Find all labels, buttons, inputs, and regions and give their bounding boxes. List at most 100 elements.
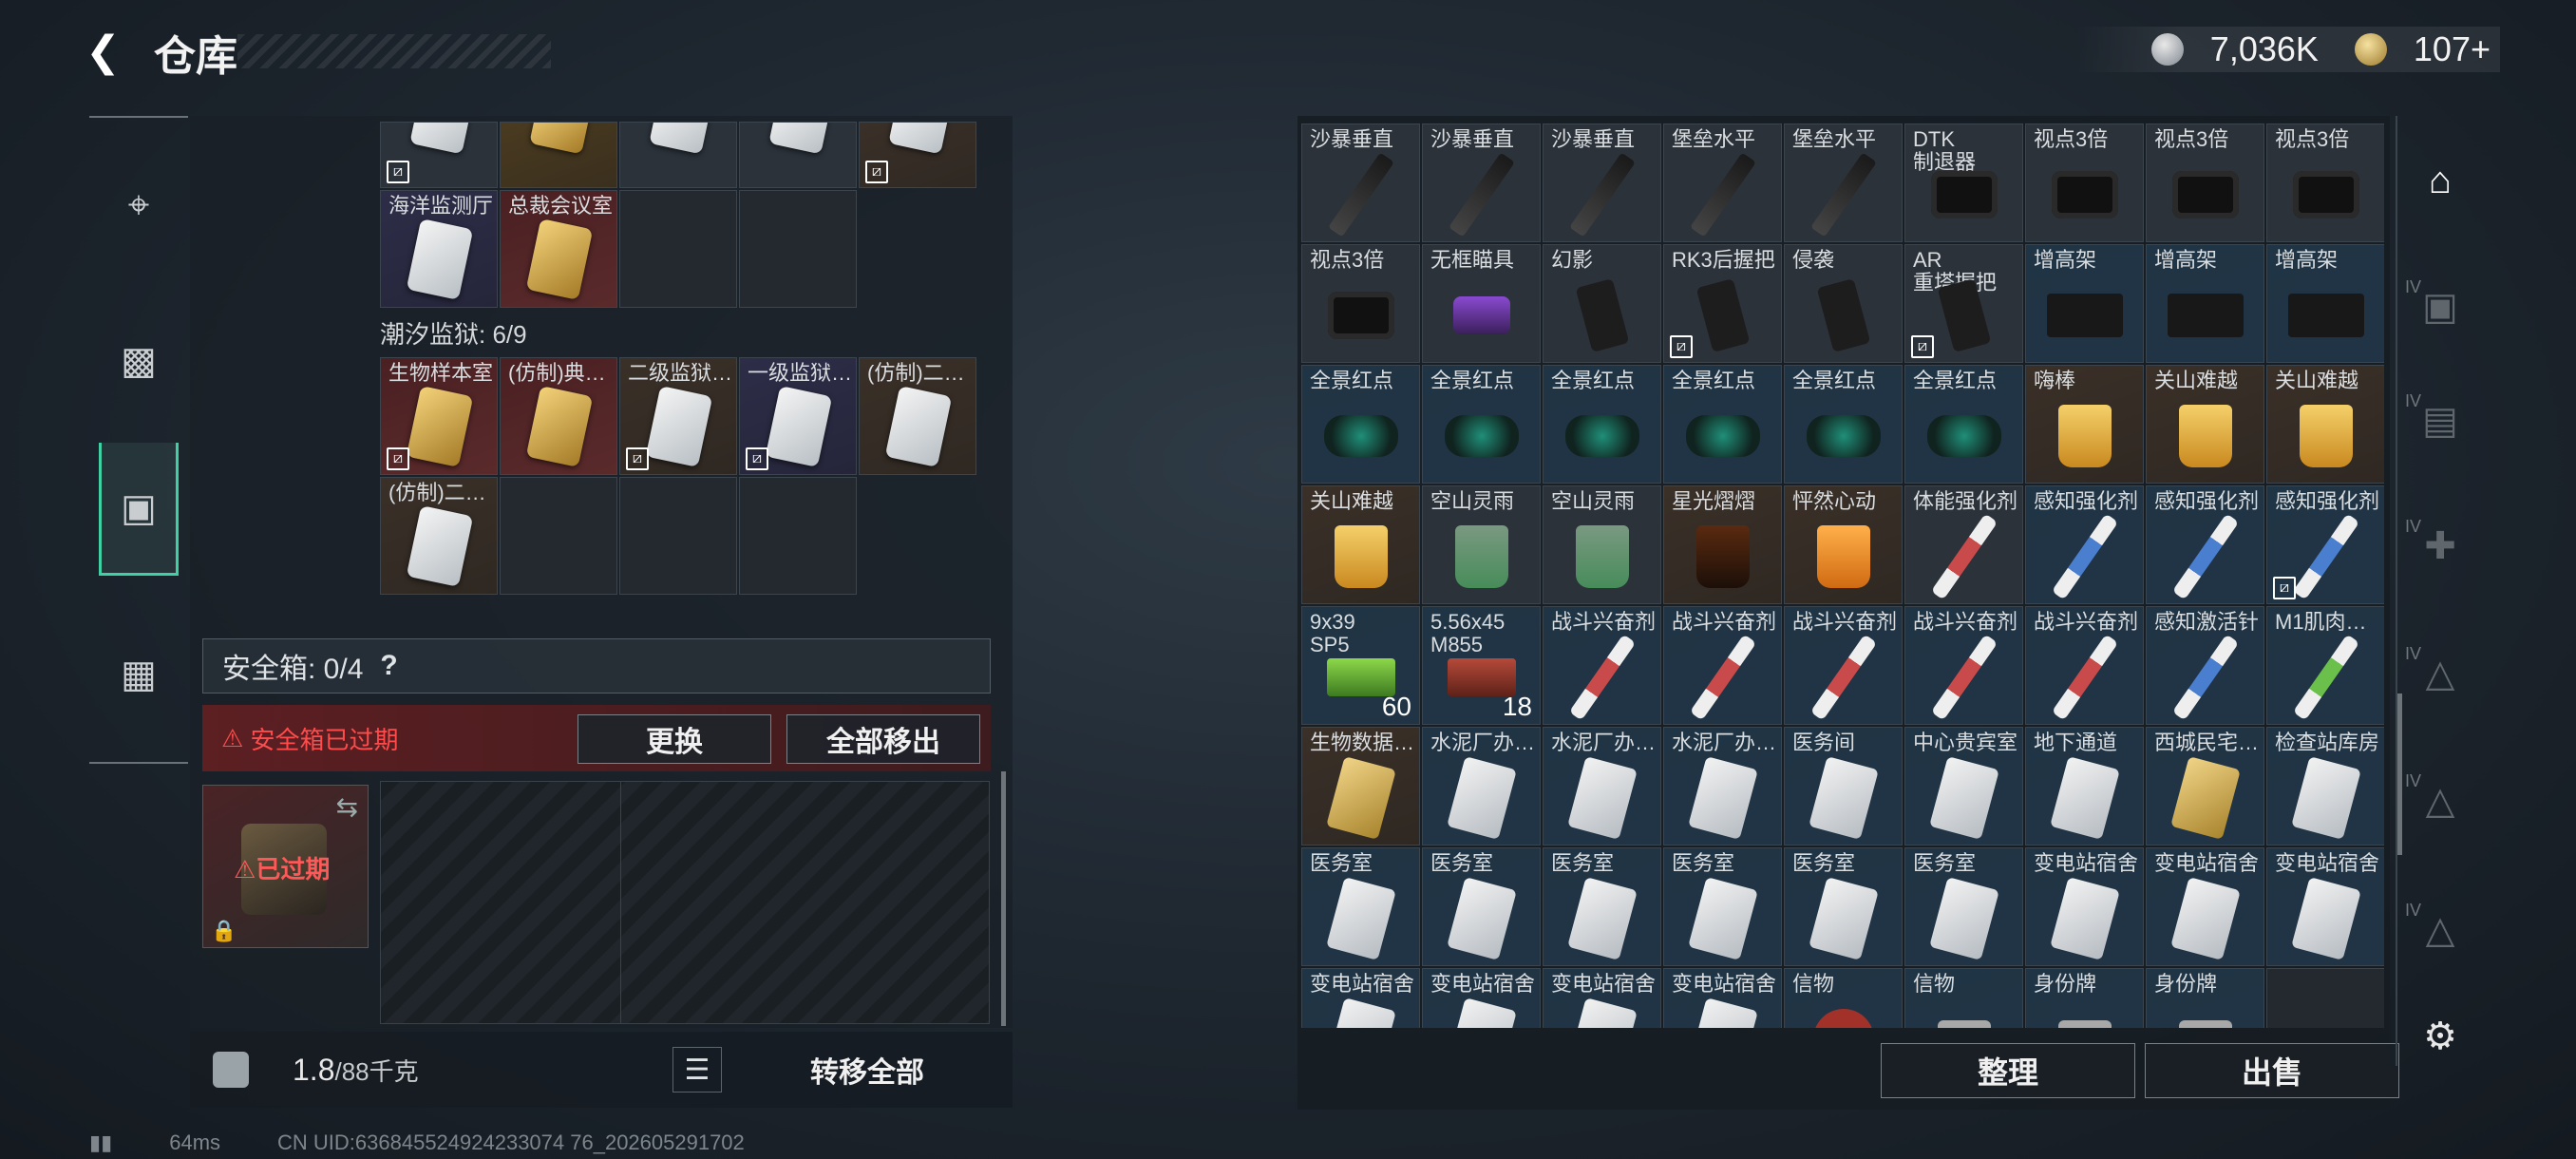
item-slot[interactable]: 感知激活针 (2146, 606, 2264, 725)
item-slot[interactable]: 生物样本室 ⧄ (380, 357, 498, 475)
warning-storage-tab[interactable]: △ IV (2405, 901, 2472, 965)
swap-icon[interactable]: ⇆ (336, 791, 358, 823)
item-slot[interactable]: 全景红点 (1543, 365, 1661, 484)
item-slot[interactable]: AR 重塔握把⧄ (1904, 244, 2023, 363)
item-slot[interactable]: 星光熠熠 (1663, 485, 1782, 604)
empty-slot[interactable] (619, 122, 737, 188)
move-all-out-button[interactable]: 全部移出 (786, 714, 980, 764)
item-slot[interactable]: 身份牌 (2025, 968, 2144, 1028)
item-slot[interactable]: 增高架 (2025, 244, 2144, 363)
sell-button[interactable]: 出售 (2145, 1043, 2399, 1098)
item-slot[interactable]: 视点3倍 (1301, 244, 1420, 363)
item-slot[interactable]: 9x39 SP5 60 (1301, 606, 1420, 725)
item-slot[interactable]: 检查站库房 (2266, 727, 2384, 846)
list-view-icon[interactable]: ☰ (672, 1047, 722, 1092)
item-slot[interactable]: 全景红点 (1301, 365, 1420, 484)
item-slot[interactable]: 空山灵雨 (1422, 485, 1541, 604)
item-slot[interactable]: 变电站宿舍 (2146, 847, 2264, 966)
item-slot[interactable]: 西城民宅… (2146, 727, 2264, 846)
item-slot[interactable]: 视点3倍 (2025, 124, 2144, 242)
sort-button[interactable]: 整理 (1881, 1043, 2135, 1098)
item-slot[interactable]: 视点3倍 (2266, 124, 2384, 242)
item-slot[interactable]: 关山难越 (2266, 365, 2384, 484)
item-slot[interactable]: 全景红点 (1904, 365, 2023, 484)
item-slot[interactable]: 侵袭 (1784, 244, 1903, 363)
warning-storage-tab[interactable]: △ IV (2405, 771, 2472, 836)
item-slot[interactable]: 战斗兴奋剂 (1784, 606, 1903, 725)
item-slot[interactable]: 怦然心动 (1784, 485, 1903, 604)
transfer-all-button[interactable]: 转移全部 (739, 1043, 995, 1096)
item-slot[interactable]: 战斗兴奋剂 (2025, 606, 2144, 725)
item-slot[interactable]: 生物数据… (1301, 727, 1420, 846)
item-slot[interactable]: DTK 制退器 (1904, 124, 2023, 242)
settings-gear-tab[interactable]: ⚙ (2409, 1015, 2472, 1072)
item-slot[interactable]: 沙暴垂直 (1543, 124, 1661, 242)
item-slot[interactable]: 身份牌 (2146, 968, 2264, 1028)
empty-slot[interactable] (500, 122, 617, 188)
item-slot[interactable]: 医务室 (1543, 847, 1661, 966)
item-slot[interactable]: 变电站宿舍 (1301, 968, 1420, 1028)
item-slot[interactable]: 无框瞄具 (1422, 244, 1541, 363)
item-slot[interactable]: 医务室 (1904, 847, 2023, 966)
item-slot[interactable]: 医务室 (1301, 847, 1420, 966)
item-slot[interactable]: 幻影 (1543, 244, 1661, 363)
item-slot[interactable]: 医务室 (1422, 847, 1541, 966)
item-slot[interactable]: 全景红点 (1422, 365, 1541, 484)
item-slot[interactable]: 关山难越 (1301, 485, 1420, 604)
item-slot[interactable]: (仿制)典… (500, 357, 617, 475)
item-slot[interactable]: 沙暴垂直 (1422, 124, 1541, 242)
item-slot[interactable]: 感知强化剂 (2146, 485, 2264, 604)
item-slot[interactable]: 医务室 (1663, 847, 1782, 966)
warning-storage-tab[interactable]: △ IV (2405, 644, 2472, 709)
item-slot[interactable]: (仿制)二… (859, 357, 976, 475)
camera-storage-tab[interactable]: ▣ IV (2405, 277, 2472, 342)
item-slot[interactable]: 沙暴垂直 (1301, 124, 1420, 242)
back-arrow-icon[interactable]: ❮ (85, 30, 129, 74)
item-slot[interactable]: 信物 (1904, 968, 2023, 1028)
tab-briefcase[interactable]: ▦ (99, 608, 179, 741)
item-slot[interactable]: 一级监狱… ⧄ (739, 357, 857, 475)
item-slot[interactable]: 中心贵宾室 (1904, 727, 2023, 846)
item-slot[interactable]: 战斗兴奋剂 (1543, 606, 1661, 725)
empty-slot[interactable]: ⧄ (859, 122, 976, 188)
warehouse-tab[interactable]: ⌂ (2409, 160, 2472, 217)
replace-button[interactable]: 更换 (578, 714, 771, 764)
empty-slot[interactable]: ⧄ (380, 122, 498, 188)
item-slot[interactable]: 海洋监测厅 (380, 190, 498, 308)
item-slot[interactable]: 嗨棒 (2025, 365, 2144, 484)
item-slot[interactable]: 空山灵雨 (1543, 485, 1661, 604)
item-slot[interactable]: 总裁会议室 (500, 190, 617, 308)
folder-storage-tab[interactable]: ▤ IV (2405, 391, 2472, 456)
item-slot[interactable]: 地下通道 (2025, 727, 2144, 846)
item-slot[interactable]: 体能强化剂 (1904, 485, 2023, 604)
item-slot[interactable]: 全景红点 (1663, 365, 1782, 484)
item-slot[interactable]: M1肌肉… (2266, 606, 2384, 725)
help-icon[interactable]: ? (380, 650, 397, 682)
safe-box-item[interactable]: ⇆ ⚠已过期 🔒 (202, 785, 369, 948)
item-slot[interactable]: 关山难越 (2146, 365, 2264, 484)
item-slot[interactable]: 5.56x45 M855 18 (1422, 606, 1541, 725)
item-slot[interactable]: RK3后握把 ⧄ (1663, 244, 1782, 363)
tab-backpack[interactable]: ▩ (99, 294, 179, 428)
item-slot[interactable]: 水泥厂办… (1422, 727, 1541, 846)
item-slot[interactable]: 信物 (1784, 968, 1903, 1028)
item-slot[interactable]: 增高架 (2266, 244, 2384, 363)
item-slot[interactable]: 增高架 (2146, 244, 2264, 363)
item-slot[interactable]: 变电站宿舍 (1422, 968, 1541, 1028)
item-slot[interactable]: 医务间 (1784, 727, 1903, 846)
item-slot[interactable]: 视点3倍 (2146, 124, 2264, 242)
empty-slot[interactable] (739, 122, 857, 188)
item-slot[interactable]: 战斗兴奋剂 (1663, 606, 1782, 725)
item-slot[interactable]: 二级监狱… ⧄ (619, 357, 737, 475)
tab-weapons[interactable]: ⌖ (99, 139, 179, 272)
item-slot[interactable]: 感知强化剂 ⧄ (2266, 485, 2384, 604)
item-slot[interactable]: 水泥厂办… (1663, 727, 1782, 846)
item-slot[interactable]: 堡垒水平 (1663, 124, 1782, 242)
item-slot[interactable]: 医务室 (1784, 847, 1903, 966)
item-slot[interactable]: 变电站宿舍 (2266, 847, 2384, 966)
item-slot[interactable]: 水泥厂办… (1543, 727, 1661, 846)
left-scrollbar[interactable] (1001, 771, 1006, 1026)
item-slot[interactable]: 堡垒水平 (1784, 124, 1903, 242)
medkit-storage-tab[interactable]: ✚ IV (2405, 517, 2472, 581)
gold-amount[interactable]: 107+ (2414, 29, 2491, 69)
